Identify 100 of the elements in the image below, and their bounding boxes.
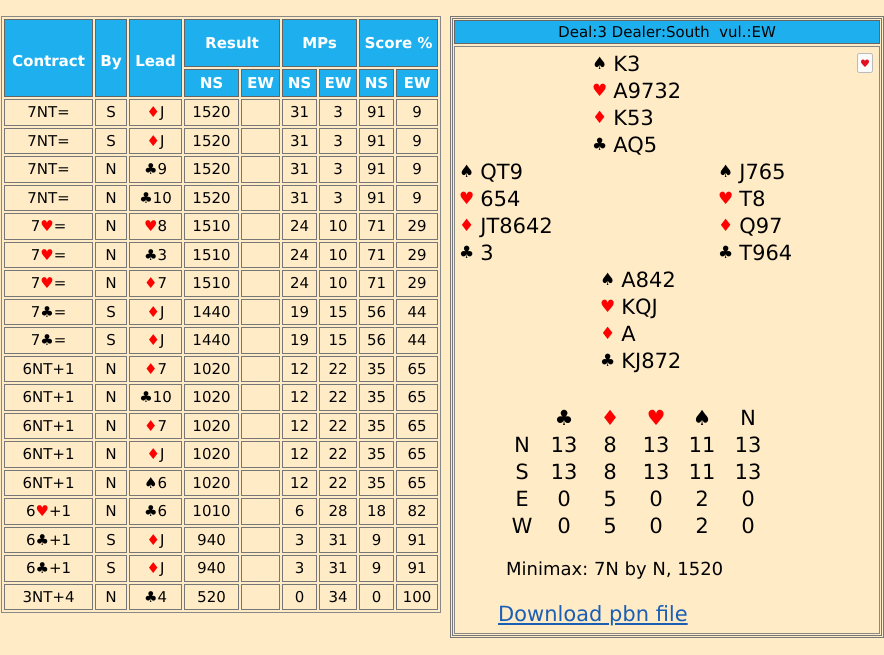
table-cell: N bbox=[95, 412, 127, 439]
table-cell: 65 bbox=[396, 470, 438, 496]
table-cell: 15 bbox=[319, 327, 357, 354]
table-cell: 6 bbox=[282, 498, 317, 524]
table-cell: 1020 bbox=[184, 384, 239, 410]
table-cell: 3 bbox=[319, 128, 357, 154]
table-cell: 1020 bbox=[184, 412, 239, 439]
table-cell: 22 bbox=[319, 356, 357, 382]
table-cell: 71 bbox=[359, 213, 394, 240]
table-cell: 7♥= bbox=[4, 213, 93, 240]
table-cell: 7♣= bbox=[4, 327, 93, 354]
table-cell: ♦J bbox=[129, 526, 182, 553]
trick-count: 0 bbox=[557, 487, 571, 511]
suit-symbol: ♣ bbox=[718, 242, 734, 265]
table-cell: 6♣+1 bbox=[4, 555, 93, 582]
seat-label: N bbox=[514, 433, 530, 457]
table-cell: S bbox=[95, 298, 127, 325]
table-cell: 22 bbox=[319, 412, 357, 439]
trick-count: 5 bbox=[603, 514, 617, 538]
table-cell: 31 bbox=[282, 156, 317, 182]
table-cell: ♥8 bbox=[129, 213, 182, 240]
table-cell: 29 bbox=[396, 242, 438, 268]
table-cell: 7♣= bbox=[4, 298, 93, 325]
table-cell: 35 bbox=[359, 441, 394, 468]
table-cell: 35 bbox=[359, 356, 394, 382]
suit-symbol: ♠ bbox=[459, 160, 474, 184]
table-cell: 12 bbox=[282, 441, 317, 468]
table-cell: ♣6 bbox=[129, 498, 182, 524]
card-icon bbox=[857, 53, 873, 73]
column-header: ♦ bbox=[600, 406, 620, 430]
table-cell: 6NT+1 bbox=[4, 441, 93, 468]
table-cell: 7♥= bbox=[4, 242, 93, 268]
seat-label: W bbox=[512, 514, 532, 538]
table-cell: 10 bbox=[319, 270, 357, 296]
suit-symbol: ♠ bbox=[592, 52, 608, 76]
suit-symbol: ♦ bbox=[718, 214, 734, 238]
column-header: ♠ bbox=[692, 406, 712, 430]
trick-count: 2 bbox=[695, 487, 709, 511]
table-cell: 3 bbox=[319, 99, 357, 126]
column-header: N bbox=[740, 406, 756, 430]
table-cell: ♣4 bbox=[129, 584, 182, 610]
minimax-text: Minimax: 7N by N, 1520 bbox=[506, 558, 724, 582]
table-cell: 6NT+1 bbox=[4, 384, 93, 410]
download-link[interactable]: Download pbn file bbox=[498, 601, 688, 627]
suit-symbol: ♥ bbox=[600, 296, 616, 319]
table-cell: 65 bbox=[396, 356, 438, 382]
table-cell: 3 bbox=[282, 526, 317, 553]
table-cell: 9 bbox=[396, 184, 438, 211]
table-cell: ♦J bbox=[129, 555, 182, 582]
column-header: MPs bbox=[282, 19, 357, 67]
table-cell: 6NT+1 bbox=[4, 412, 93, 439]
suit-symbol: ♠ bbox=[718, 160, 734, 184]
table-cell: 9 bbox=[396, 128, 438, 154]
trick-count: 13 bbox=[550, 460, 578, 484]
trick-count: 13 bbox=[734, 460, 762, 484]
table-cell: 91 bbox=[359, 99, 394, 126]
table-cell: 35 bbox=[359, 384, 394, 410]
table-cell: 44 bbox=[396, 327, 438, 354]
column-header: Score % bbox=[359, 19, 438, 67]
table-cell: S bbox=[95, 128, 127, 154]
suit-symbol: ♣ bbox=[600, 350, 616, 373]
trick-count: 8 bbox=[603, 460, 617, 484]
table-cell: N bbox=[95, 384, 127, 410]
table-cell: 12 bbox=[282, 356, 317, 382]
column-header: ♣ bbox=[554, 406, 574, 430]
table-cell: ♠6 bbox=[129, 470, 182, 496]
table-cell: 65 bbox=[396, 441, 438, 468]
table-cell: 91 bbox=[396, 555, 438, 582]
table-cell: 65 bbox=[396, 412, 438, 439]
table-cell: ♣9 bbox=[129, 156, 182, 182]
table-cell: 9 bbox=[396, 99, 438, 126]
table-cell: N bbox=[95, 270, 127, 296]
suit-symbol: ♣ bbox=[459, 242, 474, 265]
trick-count: 13 bbox=[550, 433, 578, 457]
table-cell: 91 bbox=[396, 526, 438, 553]
table-cell: 71 bbox=[359, 270, 394, 296]
table-cell: 1440 bbox=[184, 327, 239, 354]
table-cell: 1020 bbox=[184, 441, 239, 468]
table-cell: N bbox=[95, 213, 127, 240]
column-header: NS bbox=[282, 69, 317, 97]
trick-count: 0 bbox=[741, 514, 755, 538]
table-cell: 15 bbox=[319, 298, 357, 325]
table-cell: 31 bbox=[319, 555, 357, 582]
column-header: By bbox=[95, 19, 127, 97]
column-header: EW bbox=[241, 69, 280, 97]
table-cell: 29 bbox=[396, 270, 438, 296]
suit-symbol: ♠ bbox=[600, 268, 616, 292]
table-cell: 19 bbox=[282, 327, 317, 354]
table-cell: ♦J bbox=[129, 128, 182, 154]
table-cell: 1440 bbox=[184, 298, 239, 325]
table-cell: S bbox=[95, 526, 127, 553]
table-cell: 71 bbox=[359, 242, 394, 268]
table-cell: 7NT= bbox=[4, 128, 93, 154]
table-cell: 1020 bbox=[184, 356, 239, 382]
table-cell: 1520 bbox=[184, 128, 239, 154]
table-cell: ♦7 bbox=[129, 356, 182, 382]
table-cell: N bbox=[95, 184, 127, 211]
trick-count: 11 bbox=[688, 433, 716, 457]
table-cell: 91 bbox=[359, 184, 394, 211]
table-cell: 10 bbox=[319, 242, 357, 268]
